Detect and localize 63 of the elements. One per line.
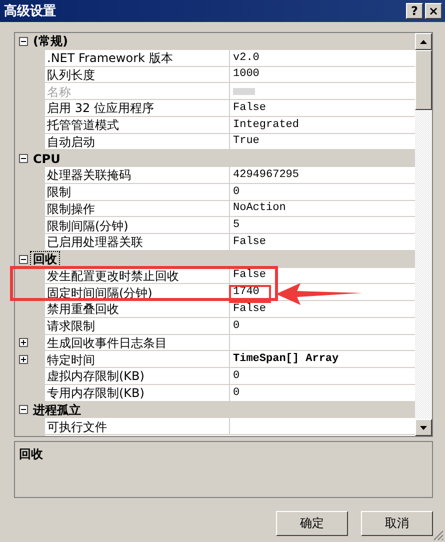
property-value[interactable]: 0 [233, 386, 240, 400]
cancel-button[interactable]: 取消 [361, 511, 433, 536]
property-value[interactable]: False [233, 102, 266, 115]
property-value[interactable]: 1000 [233, 68, 260, 82]
scrollbar[interactable] [415, 33, 432, 436]
collapse-icon[interactable] [18, 405, 28, 414]
collapse-icon[interactable] [18, 36, 28, 46]
property-name[interactable]: 已启用处理器关联 [47, 235, 143, 250]
property-value[interactable]: False [233, 236, 266, 249]
collapse-icon[interactable] [18, 154, 28, 164]
property-value[interactable]: 5 [233, 219, 240, 232]
expand-icon[interactable] [18, 338, 28, 348]
category-label: CPU [32, 152, 62, 166]
scroll-thumb[interactable] [415, 50, 432, 110]
property-value[interactable]: 0 [233, 370, 240, 383]
property-name[interactable]: 限制操作 [47, 202, 95, 216]
property-value[interactable]: TimeSpan[] Array [233, 353, 339, 366]
property-value[interactable]: 0 [233, 320, 240, 333]
scroll-up-button[interactable] [415, 33, 432, 50]
category-row[interactable]: (常规) [31, 33, 415, 50]
property-name[interactable]: 启用 32 位应用程序 [47, 101, 154, 116]
property-name[interactable]: 专用内存限制(KB) [47, 386, 144, 400]
property-value[interactable]: 1740 [233, 286, 260, 300]
collapse-icon[interactable] [18, 254, 28, 264]
category-label: 进程孤立 [32, 402, 82, 417]
property-name[interactable]: 虚拟内存限制(KB) [47, 369, 144, 384]
property-value[interactable]: NoAction [233, 202, 286, 216]
expand-icon[interactable] [18, 355, 28, 364]
property-value[interactable]: 0 [233, 186, 240, 199]
property-value[interactable]: Integrated [233, 118, 300, 132]
close-button[interactable]: × [425, 3, 442, 19]
property-name[interactable]: 可执行文件 [47, 420, 107, 434]
resize-grip-icon[interactable] [432, 529, 444, 541]
property-name[interactable]: 处理器关联掩码 [47, 168, 131, 182]
category-row[interactable]: CPU [31, 150, 415, 167]
category-label: 回收 [31, 252, 59, 266]
property-name[interactable]: 自动启动 [47, 134, 95, 149]
property-name[interactable]: 限制间隔(分钟) [47, 218, 128, 233]
property-name[interactable]: 托管管道模式 [47, 118, 119, 132]
property-name[interactable]: 发生配置更改时禁止回收 [47, 268, 179, 283]
property-name[interactable]: 生成回收事件日志条目 [47, 336, 167, 350]
category-row[interactable]: 进程孤立 [31, 402, 415, 418]
property-name[interactable]: 特定时间 [47, 352, 95, 367]
category-row[interactable]: 回收 [31, 250, 415, 268]
scroll-down-button[interactable] [415, 419, 432, 436]
category-label: (常规) [32, 34, 69, 48]
blurred-value [233, 88, 255, 96]
property-name[interactable]: 限制 [47, 185, 71, 200]
property-value[interactable]: v2.0 [233, 52, 260, 65]
property-value[interactable]: False [233, 269, 266, 282]
property-name[interactable]: 请求限制 [47, 319, 95, 334]
window-title: 高级设置 [4, 2, 56, 20]
property-name[interactable]: .NET Framework 版本 [47, 51, 173, 66]
property-value[interactable]: 4294967295 [233, 168, 300, 182]
property-value[interactable]: False [233, 302, 266, 316]
up-arrow-icon [420, 40, 427, 44]
help-button[interactable]: ? [406, 3, 423, 19]
property-name[interactable]: 禁用重叠回收 [47, 302, 119, 316]
ok-button[interactable]: 确定 [276, 511, 348, 536]
property-name[interactable]: 队列长度 [47, 68, 95, 82]
down-arrow-icon [420, 426, 427, 430]
description-title: 回收 [19, 447, 43, 461]
property-value[interactable]: True [233, 135, 260, 148]
